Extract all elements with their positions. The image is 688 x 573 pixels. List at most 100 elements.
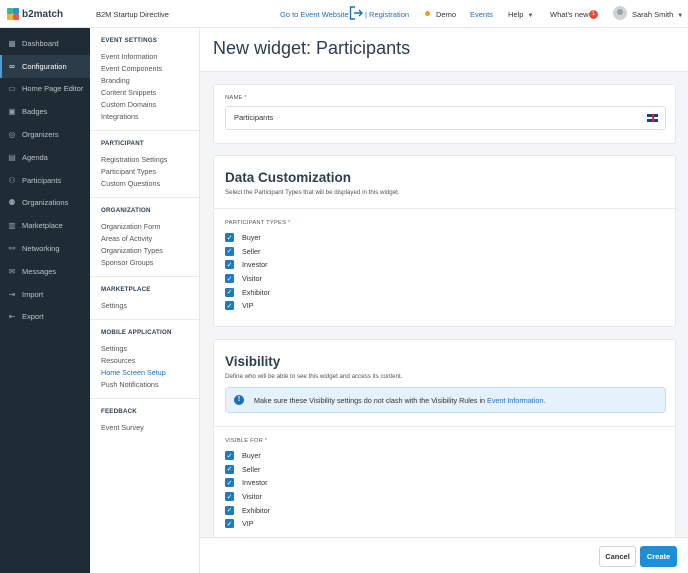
checkbox-checked-icon[interactable]: ✓ bbox=[225, 246, 234, 256]
submenu-link-organization-form[interactable]: Organization Form bbox=[101, 221, 188, 233]
visibility-info-alert: ! Make sure these Visibility settings do… bbox=[225, 387, 666, 413]
submenu-link-areas-of-activity[interactable]: Areas of Activity bbox=[101, 233, 188, 245]
visible-for-label: VISIBLE FOR * bbox=[225, 438, 270, 444]
sidebar-item-label: Marketplace bbox=[22, 221, 63, 231]
checkbox-exhibitor[interactable]: ✓ Exhibitor bbox=[225, 285, 290, 299]
visible-checkbox-seller[interactable]: ✓ Seller bbox=[225, 463, 270, 477]
visible-checkbox-vip[interactable]: ✓ VIP bbox=[225, 517, 270, 531]
settings-submenu: EVENT SETTINGS Event Information Event C… bbox=[90, 28, 200, 573]
sidebar-item-import[interactable]: ⇥ Import bbox=[0, 283, 90, 306]
checkbox-checked-icon[interactable]: ✓ bbox=[225, 492, 234, 502]
checkbox-label: VIP bbox=[242, 301, 254, 311]
avatar[interactable] bbox=[613, 6, 627, 20]
sidebar-item-organizers[interactable]: ◎ Organizers bbox=[0, 123, 90, 146]
visible-checkbox-investor[interactable]: ✓ Investor bbox=[225, 476, 270, 490]
submenu-link-participant-types[interactable]: Participant Types bbox=[101, 166, 188, 178]
goto-event-website-link[interactable]: Go to Event Website bbox=[280, 10, 349, 19]
submenu-link-marketplace-settings[interactable]: Settings bbox=[101, 300, 188, 312]
submenu-link-registration-settings[interactable]: Registration Settings bbox=[101, 154, 188, 166]
submenu-section-mobile-application: MOBILE APPLICATION Settings Resources Ho… bbox=[90, 320, 199, 399]
submenu-link-organization-types[interactable]: Organization Types bbox=[101, 245, 188, 257]
submenu-link-custom-questions[interactable]: Custom Questions bbox=[101, 178, 188, 190]
uk-flag-icon[interactable] bbox=[647, 114, 658, 122]
submenu-section-title: PARTICIPANT bbox=[101, 140, 144, 147]
sidebar-item-marketplace[interactable]: ▥ Marketplace bbox=[0, 214, 90, 237]
checkbox-checked-icon[interactable]: ✓ bbox=[225, 464, 234, 474]
submenu-section-participant: PARTICIPANT Registration Settings Partic… bbox=[90, 131, 199, 198]
external-link-icon[interactable] bbox=[349, 6, 363, 22]
checkbox-checked-icon[interactable]: ✓ bbox=[225, 451, 234, 461]
visible-checkbox-visitor[interactable]: ✓ Visitor bbox=[225, 490, 270, 504]
sidebar-item-label: Import bbox=[22, 289, 44, 299]
submenu-section-title: MOBILE APPLICATION bbox=[101, 329, 172, 336]
submenu-link-event-components[interactable]: Event Components bbox=[101, 63, 188, 75]
checkbox-checked-icon[interactable]: ✓ bbox=[225, 287, 234, 297]
checkbox-label: Exhibitor bbox=[242, 505, 270, 515]
submenu-section-organization: ORGANIZATION Organization Form Areas of … bbox=[90, 198, 199, 277]
events-link[interactable]: Events bbox=[470, 10, 493, 19]
checkbox-vip[interactable]: ✓ VIP bbox=[225, 299, 290, 313]
submenu-section-event-settings: EVENT SETTINGS Event Information Event C… bbox=[90, 28, 199, 131]
required-asterisk: * bbox=[287, 220, 291, 226]
visible-checkbox-buyer[interactable]: ✓ Buyer bbox=[225, 449, 270, 463]
sidebar-item-networking[interactable]: ⚯ Networking bbox=[0, 237, 90, 260]
whats-new-link[interactable]: What's new bbox=[550, 10, 589, 19]
submenu-link-branding[interactable]: Branding bbox=[101, 75, 188, 87]
badge-icon: ▣ bbox=[8, 107, 16, 117]
submenu-link-custom-domains[interactable]: Custom Domains bbox=[101, 99, 188, 111]
sidebar-item-label: Organizations bbox=[22, 198, 69, 208]
visible-for-label-text: VISIBLE FOR bbox=[225, 438, 263, 444]
cancel-button[interactable]: Cancel bbox=[599, 546, 636, 567]
visible-checkbox-exhibitor[interactable]: ✓ Exhibitor bbox=[225, 503, 270, 517]
name-input[interactable]: Participants bbox=[225, 106, 666, 130]
submenu-link-integrations[interactable]: Integrations bbox=[101, 111, 188, 123]
checkbox-buyer[interactable]: ✓ Buyer bbox=[225, 231, 290, 245]
checkbox-checked-icon[interactable]: ✓ bbox=[225, 260, 234, 270]
submenu-link-event-survey[interactable]: Event Survey bbox=[101, 422, 188, 434]
checkbox-checked-icon[interactable]: ✓ bbox=[225, 478, 234, 488]
submenu-link-home-screen-setup[interactable]: Home Screen Setup bbox=[101, 367, 188, 379]
sidebar-item-dashboard[interactable]: ▦ Dashboard bbox=[0, 32, 90, 55]
create-button[interactable]: Create bbox=[640, 546, 677, 567]
help-menu[interactable]: Help ▼ bbox=[508, 10, 533, 19]
checkbox-investor[interactable]: ✓ Investor bbox=[225, 258, 290, 272]
event-information-link[interactable]: Event Information bbox=[487, 396, 543, 405]
submenu-link-sponsor-groups[interactable]: Sponsor Groups bbox=[101, 257, 188, 269]
registration-link[interactable]: | Registration bbox=[365, 10, 409, 19]
submenu-link-content-snippets[interactable]: Content Snippets bbox=[101, 87, 188, 99]
sidebar-item-agenda[interactable]: ▤ Agenda bbox=[0, 146, 90, 169]
sidebar-item-label: Participants bbox=[22, 175, 62, 185]
sidebar-item-export[interactable]: ⇤ Export bbox=[0, 306, 90, 329]
submenu-section-title: MARKETPLACE bbox=[101, 286, 151, 293]
data-customization-card: Data Customization Select the Participan… bbox=[213, 155, 677, 327]
demo-status[interactable]: Demo bbox=[425, 10, 456, 19]
required-asterisk: * bbox=[244, 95, 247, 101]
submenu-link-resources[interactable]: Resources bbox=[101, 355, 188, 367]
submenu-link-mobile-settings[interactable]: Settings bbox=[101, 343, 188, 355]
submenu-link-push-notifications[interactable]: Push Notifications bbox=[101, 379, 188, 391]
sidebar-item-label: Agenda bbox=[22, 152, 48, 162]
chevron-down-icon: ▼ bbox=[677, 13, 684, 19]
checkbox-checked-icon[interactable]: ✓ bbox=[225, 301, 234, 311]
notification-badge: 1 bbox=[589, 10, 598, 19]
sidebar-item-participants[interactable]: ⚇ Participants bbox=[0, 169, 90, 192]
submenu-link-event-information[interactable]: Event Information bbox=[101, 51, 188, 63]
participant-types-label: PARTICIPANT TYPES * bbox=[225, 220, 290, 226]
sidebar-item-badges[interactable]: ▣ Badges bbox=[0, 100, 90, 123]
checkbox-checked-icon[interactable]: ✓ bbox=[225, 519, 234, 529]
checkbox-seller[interactable]: ✓ Seller bbox=[225, 245, 290, 259]
sidebar-item-configuration[interactable]: ∞ Configuration bbox=[0, 54, 90, 78]
checkbox-label: Seller bbox=[242, 464, 261, 474]
logo[interactable]: b2match bbox=[7, 8, 63, 20]
sidebar-item-messages[interactable]: ✉ Messages bbox=[0, 260, 90, 283]
checkbox-visitor[interactable]: ✓ Visitor bbox=[225, 272, 290, 286]
main-content: New widget: Participants NAME * Particip… bbox=[200, 28, 688, 573]
submenu-section-title: ORGANIZATION bbox=[101, 207, 151, 214]
sidebar-item-organizations[interactable]: ⚉ Organizations bbox=[0, 192, 90, 215]
checkbox-checked-icon[interactable]: ✓ bbox=[225, 505, 234, 515]
sidebar-item-home-page-editor[interactable]: ▭ Home Page Editor bbox=[0, 78, 90, 101]
sidebar-item-label: Dashboard bbox=[22, 38, 59, 48]
checkbox-checked-icon[interactable]: ✓ bbox=[225, 274, 234, 284]
user-menu[interactable]: Sarah Smith ▼ bbox=[632, 10, 683, 19]
checkbox-checked-icon[interactable]: ✓ bbox=[225, 233, 234, 243]
